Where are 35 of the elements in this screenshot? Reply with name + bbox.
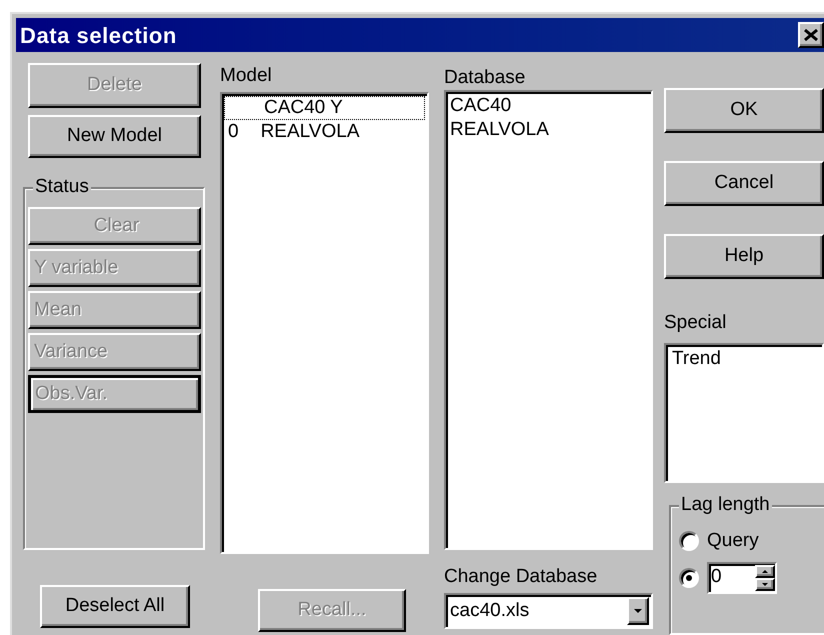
database-dropdown[interactable]: cac40.xls xyxy=(444,593,653,629)
caret-icon xyxy=(634,609,642,613)
special-list[interactable]: Trend xyxy=(664,343,824,483)
spin-up-button[interactable] xyxy=(755,564,775,578)
up-arrow-icon xyxy=(762,570,768,572)
group-label: Lag length xyxy=(679,494,772,516)
close-icon xyxy=(803,28,819,42)
dialog-button[interactable]: Cancel xyxy=(664,161,824,206)
down-arrow-icon xyxy=(762,582,768,586)
status-marker: 0 xyxy=(227,120,239,144)
lag-spin-field[interactable]: 0 xyxy=(707,562,777,594)
close-button[interactable] xyxy=(798,22,824,48)
database-list[interactable]: CAC40 REALVOLA xyxy=(444,90,653,550)
database-list-item[interactable]: CAC40 xyxy=(450,94,649,118)
model-list-item[interactable]: CAC40 Y xyxy=(224,96,425,120)
spin-down-button[interactable] xyxy=(755,578,775,590)
dialog-button[interactable]: OK xyxy=(664,88,824,133)
database-list-item[interactable]: REALVOLA xyxy=(450,118,649,142)
model-list-item[interactable]: 0 REALVOLA xyxy=(224,120,425,144)
change-database-label: Change Database xyxy=(444,565,598,589)
radio-button[interactable] xyxy=(679,531,699,552)
special-list-item[interactable]: Trend xyxy=(672,347,820,371)
new-model-button[interactable]: New Model xyxy=(28,115,201,158)
model-label: Model xyxy=(220,64,273,88)
deselect-all-button[interactable]: Deselect All xyxy=(40,585,190,628)
model-list[interactable]: CAC40 Y 0 REALVOLA xyxy=(220,92,429,554)
variable-name: CAC40 Y xyxy=(264,96,343,120)
dropdown-button[interactable] xyxy=(627,597,649,625)
special-label: Special xyxy=(664,311,728,335)
query-option[interactable]: Query xyxy=(707,527,759,556)
dialog-button[interactable]: Help xyxy=(664,234,824,279)
window-title: Data selection xyxy=(20,22,177,50)
variable-name: REALVOLA xyxy=(260,120,360,144)
database-label: Database xyxy=(444,66,526,90)
radio-button[interactable] xyxy=(679,568,699,588)
